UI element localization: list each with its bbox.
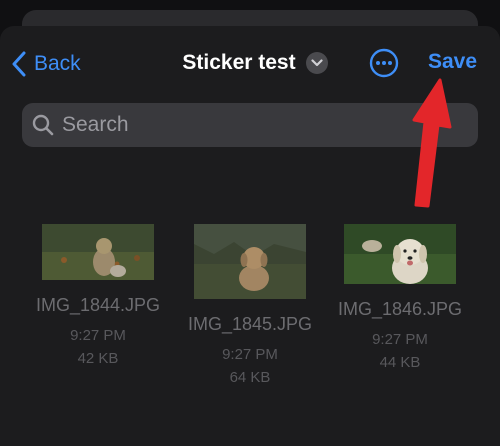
file-time: 9:27 PM bbox=[222, 346, 278, 363]
photo-thumbnail bbox=[344, 224, 456, 284]
file-size: 64 KB bbox=[229, 369, 271, 386]
file-size: 44 KB bbox=[379, 354, 421, 371]
file-time: 9:27 PM bbox=[372, 331, 428, 348]
file-item[interactable]: IMG_1844.JPG 9:27 PM 42 KB bbox=[33, 224, 163, 370]
photo-thumbnail bbox=[42, 224, 154, 280]
page-title: Sticker test bbox=[182, 51, 296, 74]
photo-thumbnail bbox=[194, 224, 306, 299]
file-size: 42 KB bbox=[77, 350, 119, 367]
file-name: IMG_1845.JPG bbox=[187, 314, 313, 334]
file-name: IMG_1846.JPG bbox=[337, 299, 463, 319]
arrow-annotation bbox=[412, 78, 452, 208]
search-icon bbox=[32, 114, 54, 136]
search-placeholder: Search bbox=[62, 113, 129, 136]
file-time: 9:27 PM bbox=[70, 327, 126, 344]
file-name: IMG_1844.JPG bbox=[35, 295, 161, 315]
file-item[interactable]: IMG_1846.JPG 9:27 PM 44 KB bbox=[335, 224, 465, 374]
chevron-down-icon bbox=[305, 52, 328, 74]
file-item[interactable]: IMG_1845.JPG 9:27 PM 64 KB bbox=[185, 224, 315, 389]
